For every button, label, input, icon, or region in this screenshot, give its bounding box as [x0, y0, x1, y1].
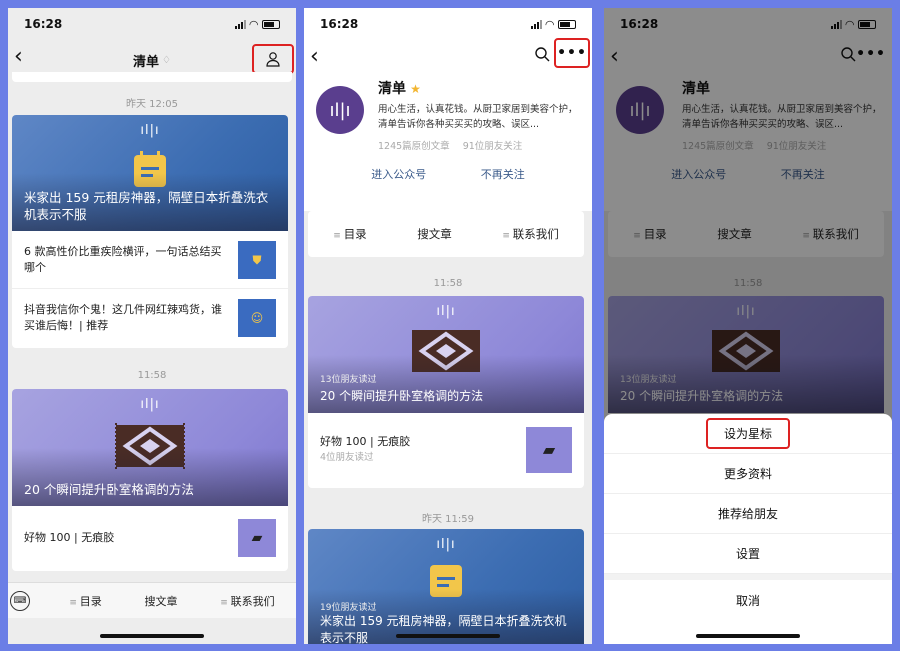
- nav-bar: ‹ •••: [304, 38, 592, 80]
- timestamp: 11:58: [137, 370, 167, 381]
- back-icon[interactable]: ‹: [310, 44, 319, 69]
- wifi-icon: ◠: [249, 17, 258, 31]
- phone-article-list: 16:28 ◠ ‹ 清单 ♢ 昨天 12:05 ıl|ı 米家出 159 元租房…: [8, 8, 296, 644]
- action-sheet: 设为星标 更多资料 推荐给朋友 设置 取消: [604, 414, 892, 644]
- signal-icon: [234, 19, 246, 29]
- friends-read-count: 19位朋友读过: [320, 603, 377, 613]
- brand-logo-icon: ıl|ı: [140, 123, 160, 138]
- signal-icon: [530, 19, 542, 29]
- search-icon[interactable]: [534, 46, 550, 62]
- recommend-option[interactable]: 推荐给朋友: [604, 494, 892, 534]
- follower-count: 91位朋友关注: [462, 141, 523, 152]
- bottle-thumb-icon: ▰: [238, 519, 276, 557]
- account-description[interactable]: 用心生活，认真花钱。从厨卫家居到美容个护，清单告诉你各种买买买的攻略、误区...: [378, 102, 578, 132]
- shield-thumb-icon: ⛊: [238, 240, 276, 279]
- home-indicator: [696, 634, 800, 638]
- article-banner[interactable]: ıl|ı 米家出 159 元租房神器，隔壁日本折叠洗衣机表示不服: [12, 115, 288, 231]
- friends-read-count: 13位朋友读过: [320, 375, 377, 385]
- set-star-option[interactable]: 设为星标: [604, 414, 892, 454]
- keyboard-icon[interactable]: ⌨: [10, 591, 30, 611]
- status-time: 16:28: [24, 17, 63, 31]
- tab-search-articles[interactable]: 搜文章: [417, 226, 452, 242]
- list-item-title: 抖音我信你个鬼！这几件网红辣鸡货，谁买谁后悔！| 推荐: [24, 303, 222, 332]
- more-info-option[interactable]: 更多资料: [604, 454, 892, 494]
- enter-account-button[interactable]: 进入公众号: [371, 166, 426, 182]
- home-indicator: [100, 634, 204, 638]
- profile-button[interactable]: [252, 44, 294, 74]
- more-options-button[interactable]: •••: [554, 38, 590, 68]
- cancel-button[interactable]: 取消: [604, 580, 892, 620]
- back-icon[interactable]: ‹: [14, 44, 23, 69]
- timestamp: 11:58: [433, 278, 463, 289]
- article-title: 米家出 159 元租房神器，隔壁日本折叠洗衣机表示不服: [320, 614, 567, 644]
- star-icon: ★: [406, 82, 421, 96]
- home-indicator: [396, 634, 500, 638]
- timestamp: 昨天 11:59: [422, 514, 474, 525]
- tab-catalog[interactable]: ≡ 目录: [333, 226, 366, 242]
- phone-profile: 16:28 ◠ ‹ ••• ıl|ı 清单 ★ 用心生活，认真花钱。从厨卫家居到…: [304, 8, 592, 644]
- battery-icon: [558, 19, 576, 29]
- battery-icon: [262, 19, 280, 29]
- tab-contact-us[interactable]: ≡ 联系我们: [220, 593, 274, 609]
- brand-logo-icon: ıl|ı: [436, 537, 456, 552]
- article-count: 1245篇原创文章: [378, 141, 450, 152]
- article-card[interactable]: ıl|ı 20 个瞬间提升卧室格调的方法 好物 100 | 无痕胶 ▰: [12, 389, 288, 571]
- status-bar: 16:28 ◠: [304, 8, 592, 40]
- bottle-thumb-icon: ▰: [526, 427, 572, 473]
- brand-logo-icon: ıl|ı: [436, 304, 456, 319]
- brand-logo-icon: ıl|ı: [140, 397, 160, 412]
- status-bar: 16:28 ◠: [8, 8, 296, 40]
- tab-contact-us[interactable]: ≡ 联系我们: [502, 226, 558, 242]
- article-title: 20 个瞬间提升卧室格调的方法: [320, 389, 484, 403]
- list-item[interactable]: 6 款高性价比重疾险横评，一句话总结买哪个 ⛊: [12, 231, 288, 289]
- avatar[interactable]: ıl|ı: [316, 86, 364, 134]
- unfollow-button[interactable]: 不再关注: [481, 166, 525, 182]
- article-banner[interactable]: ıl|ı 20 个瞬间提升卧室格调的方法: [12, 389, 288, 506]
- tab-catalog[interactable]: ≡ 目录: [69, 593, 101, 609]
- article-title: 20 个瞬间提升卧室格调的方法: [24, 482, 194, 497]
- phone-action-sheet: 16:28 ◠ ‹ ••• ıl|ı 清单 用心生活，认真花钱。从厨卫家居到美容…: [604, 8, 892, 644]
- face-thumb-icon: ☺: [238, 299, 276, 337]
- wifi-icon: ◠: [545, 17, 554, 31]
- profile-menu: ≡ 目录 搜文章 ≡ 联系我们: [308, 211, 584, 257]
- list-item-reads: 4位朋友读过: [320, 452, 374, 463]
- list-item-title: 好物 100 | 无痕胶: [320, 435, 411, 448]
- settings-option[interactable]: 设置: [604, 534, 892, 574]
- status-time: 16:28: [320, 17, 359, 31]
- timestamp: 昨天 12:05: [126, 99, 178, 110]
- more-icon: •••: [557, 45, 587, 61]
- mute-icon: ♢: [162, 54, 171, 66]
- article-banner[interactable]: ıl|ı 13位朋友读过 20 个瞬间提升卧室格调的方法: [308, 296, 584, 413]
- article-card[interactable]: ıl|ı 13位朋友读过 20 个瞬间提升卧室格调的方法 好物 100 | 无痕…: [308, 296, 584, 488]
- page-title: 清单: [133, 54, 160, 70]
- bottom-menu: ⌨ ≡ 目录 搜文章 ≡ 联系我们: [8, 582, 296, 618]
- article-card[interactable]: ıl|ı 19位朋友读过 米家出 159 元租房神器，隔壁日本折叠洗衣机表示不服: [308, 529, 584, 644]
- tab-search-articles[interactable]: 搜文章: [144, 593, 177, 609]
- list-item-title: 6 款高性价比重疾险横评，一句话总结买哪个: [24, 244, 222, 274]
- list-item[interactable]: 抖音我信你个鬼！这几件网红辣鸡货，谁买谁后悔！| 推荐 ☺: [12, 289, 288, 347]
- person-icon: [266, 52, 280, 67]
- article-title: 米家出 159 元租房神器，隔壁日本折叠洗衣机表示不服: [24, 190, 269, 222]
- article-banner[interactable]: ıl|ı 19位朋友读过 米家出 159 元租房神器，隔壁日本折叠洗衣机表示不服: [308, 529, 584, 644]
- article-card[interactable]: ıl|ı 米家出 159 元租房神器，隔壁日本折叠洗衣机表示不服 6 款高性价比…: [12, 115, 288, 348]
- list-item-title: 好物 100 | 无痕胶: [24, 531, 115, 544]
- list-item[interactable]: 好物 100 | 无痕胶 4位朋友读过 ▰: [308, 413, 584, 487]
- list-item[interactable]: 好物 100 | 无痕胶 ▰: [12, 506, 288, 570]
- account-name: 清单: [378, 81, 406, 97]
- prev-card-edge: [12, 72, 292, 82]
